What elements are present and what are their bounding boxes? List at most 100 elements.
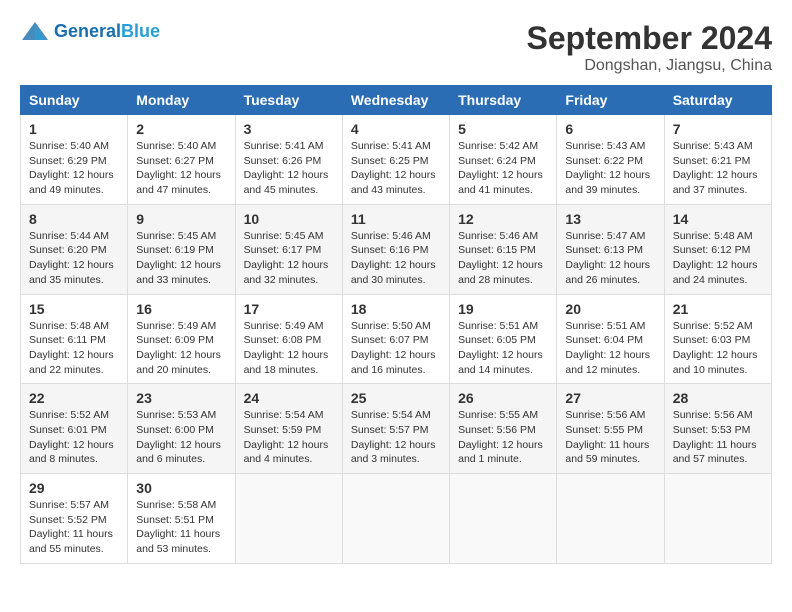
day-number: 28 bbox=[673, 390, 763, 406]
table-row bbox=[450, 474, 557, 564]
table-row: 21Sunrise: 5:52 AM Sunset: 6:03 PM Dayli… bbox=[664, 294, 771, 384]
page-header: GeneralBlue September 2024 Dongshan, Jia… bbox=[20, 20, 772, 75]
table-row: 10Sunrise: 5:45 AM Sunset: 6:17 PM Dayli… bbox=[235, 204, 342, 294]
table-row: 2 Sunrise: 5:40 AM Sunset: 6:27 PM Daylig… bbox=[128, 115, 235, 205]
day-info: Sunrise: 5:45 AM Sunset: 6:17 PM Dayligh… bbox=[244, 229, 334, 288]
day-number: 23 bbox=[136, 390, 226, 406]
day-number: 8 bbox=[29, 211, 119, 227]
day-info: Sunrise: 5:47 AM Sunset: 6:13 PM Dayligh… bbox=[565, 229, 655, 288]
day-number: 19 bbox=[458, 301, 548, 317]
day-number: 27 bbox=[565, 390, 655, 406]
calendar-week-row: 1Sunrise: 5:40 AM Sunset: 6:29 PM Daylig… bbox=[21, 115, 772, 205]
day-info: Sunrise: 5:48 AM Sunset: 6:12 PM Dayligh… bbox=[673, 229, 763, 288]
day-number: 3 bbox=[244, 121, 334, 137]
table-row: 30 Sunrise: 5:58 AM Sunset: 5:51 PM Dayli… bbox=[128, 474, 235, 564]
day-info: Sunrise: 5:46 AM Sunset: 6:16 PM Dayligh… bbox=[351, 229, 441, 288]
day-info: Sunrise: 5:54 AM Sunset: 5:57 PM Dayligh… bbox=[351, 408, 441, 467]
table-row: 11Sunrise: 5:46 AM Sunset: 6:16 PM Dayli… bbox=[342, 204, 449, 294]
day-info: Sunrise: 5:46 AM Sunset: 6:15 PM Dayligh… bbox=[458, 229, 548, 288]
table-row: 16Sunrise: 5:49 AM Sunset: 6:09 PM Dayli… bbox=[128, 294, 235, 384]
day-info: Sunrise: 5:40 AM Sunset: 6:27 PM Dayligh… bbox=[136, 139, 226, 198]
day-of-week-header: Friday bbox=[557, 86, 664, 115]
day-of-week-header: Tuesday bbox=[235, 86, 342, 115]
calendar-week-row: 15 Sunrise: 5:48 AM Sunset: 6:11 PM Dayli… bbox=[21, 294, 772, 384]
day-number: 22 bbox=[29, 390, 119, 406]
table-row: 23 Sunrise: 5:53 AM Sunset: 6:00 PM Dayli… bbox=[128, 384, 235, 474]
day-info: Sunrise: 5:44 AM Sunset: 6:20 PM Dayligh… bbox=[29, 229, 119, 288]
day-of-week-header: Saturday bbox=[664, 86, 771, 115]
title-block: September 2024 Dongshan, Jiangsu, China bbox=[527, 20, 772, 75]
calendar-week-row: 8 Sunrise: 5:44 AM Sunset: 6:20 PM Daylig… bbox=[21, 204, 772, 294]
table-row: 29 Sunrise: 5:57 AM Sunset: 5:52 PM Dayli… bbox=[21, 474, 128, 564]
day-number: 5 bbox=[458, 121, 548, 137]
day-of-week-header: Wednesday bbox=[342, 86, 449, 115]
calendar-week-row: 29 Sunrise: 5:57 AM Sunset: 5:52 PM Dayli… bbox=[21, 474, 772, 564]
day-number: 24 bbox=[244, 390, 334, 406]
day-number: 13 bbox=[565, 211, 655, 227]
table-row: 25 Sunrise: 5:54 AM Sunset: 5:57 PM Dayli… bbox=[342, 384, 449, 474]
table-row: 27 Sunrise: 5:56 AM Sunset: 5:55 PM Dayli… bbox=[557, 384, 664, 474]
table-row: 1Sunrise: 5:40 AM Sunset: 6:29 PM Daylig… bbox=[21, 115, 128, 205]
day-info: Sunrise: 5:53 AM Sunset: 6:00 PM Dayligh… bbox=[136, 408, 226, 467]
table-row bbox=[557, 474, 664, 564]
table-row bbox=[342, 474, 449, 564]
calendar: SundayMondayTuesdayWednesdayThursdayFrid… bbox=[20, 85, 772, 564]
day-info: Sunrise: 5:57 AM Sunset: 5:52 PM Dayligh… bbox=[29, 498, 119, 557]
table-row: 4 Sunrise: 5:41 AM Sunset: 6:25 PM Daylig… bbox=[342, 115, 449, 205]
day-info: Sunrise: 5:43 AM Sunset: 6:21 PM Dayligh… bbox=[673, 139, 763, 198]
day-number: 25 bbox=[351, 390, 441, 406]
table-row: 8 Sunrise: 5:44 AM Sunset: 6:20 PM Daylig… bbox=[21, 204, 128, 294]
day-number: 17 bbox=[244, 301, 334, 317]
day-number: 6 bbox=[565, 121, 655, 137]
table-row: 17 Sunrise: 5:49 AM Sunset: 6:08 PM Dayli… bbox=[235, 294, 342, 384]
table-row: 15 Sunrise: 5:48 AM Sunset: 6:11 PM Dayli… bbox=[21, 294, 128, 384]
day-info: Sunrise: 5:42 AM Sunset: 6:24 PM Dayligh… bbox=[458, 139, 548, 198]
calendar-header-row: SundayMondayTuesdayWednesdayThursdayFrid… bbox=[21, 86, 772, 115]
table-row: 19 Sunrise: 5:51 AM Sunset: 6:05 PM Dayli… bbox=[450, 294, 557, 384]
table-row: 5 Sunrise: 5:42 AM Sunset: 6:24 PM Daylig… bbox=[450, 115, 557, 205]
table-row bbox=[664, 474, 771, 564]
day-info: Sunrise: 5:49 AM Sunset: 6:08 PM Dayligh… bbox=[244, 319, 334, 378]
table-row: 9Sunrise: 5:45 AM Sunset: 6:19 PM Daylig… bbox=[128, 204, 235, 294]
day-number: 26 bbox=[458, 390, 548, 406]
day-number: 15 bbox=[29, 301, 119, 317]
table-row: 22 Sunrise: 5:52 AM Sunset: 6:01 PM Dayli… bbox=[21, 384, 128, 474]
day-info: Sunrise: 5:58 AM Sunset: 5:51 PM Dayligh… bbox=[136, 498, 226, 557]
location: Dongshan, Jiangsu, China bbox=[527, 57, 772, 75]
day-number: 4 bbox=[351, 121, 441, 137]
day-info: Sunrise: 5:54 AM Sunset: 5:59 PM Dayligh… bbox=[244, 408, 334, 467]
day-info: Sunrise: 5:52 AM Sunset: 6:01 PM Dayligh… bbox=[29, 408, 119, 467]
table-row: 7 Sunrise: 5:43 AM Sunset: 6:21 PM Daylig… bbox=[664, 115, 771, 205]
day-info: Sunrise: 5:43 AM Sunset: 6:22 PM Dayligh… bbox=[565, 139, 655, 198]
day-info: Sunrise: 5:50 AM Sunset: 6:07 PM Dayligh… bbox=[351, 319, 441, 378]
day-info: Sunrise: 5:56 AM Sunset: 5:55 PM Dayligh… bbox=[565, 408, 655, 467]
day-number: 2 bbox=[136, 121, 226, 137]
day-info: Sunrise: 5:51 AM Sunset: 6:05 PM Dayligh… bbox=[458, 319, 548, 378]
table-row: 20Sunrise: 5:51 AM Sunset: 6:04 PM Dayli… bbox=[557, 294, 664, 384]
day-number: 29 bbox=[29, 480, 119, 496]
logo-text: GeneralBlue bbox=[54, 22, 160, 42]
day-info: Sunrise: 5:41 AM Sunset: 6:25 PM Dayligh… bbox=[351, 139, 441, 198]
day-info: Sunrise: 5:49 AM Sunset: 6:09 PM Dayligh… bbox=[136, 319, 226, 378]
day-of-week-header: Thursday bbox=[450, 86, 557, 115]
table-row: 12 Sunrise: 5:46 AM Sunset: 6:15 PM Dayli… bbox=[450, 204, 557, 294]
table-row: 13 Sunrise: 5:47 AM Sunset: 6:13 PM Dayli… bbox=[557, 204, 664, 294]
table-row bbox=[235, 474, 342, 564]
month-title: September 2024 bbox=[527, 20, 772, 57]
day-info: Sunrise: 5:48 AM Sunset: 6:11 PM Dayligh… bbox=[29, 319, 119, 378]
day-info: Sunrise: 5:45 AM Sunset: 6:19 PM Dayligh… bbox=[136, 229, 226, 288]
day-number: 12 bbox=[458, 211, 548, 227]
logo-icon bbox=[20, 20, 50, 44]
day-info: Sunrise: 5:55 AM Sunset: 5:56 PM Dayligh… bbox=[458, 408, 548, 467]
day-number: 21 bbox=[673, 301, 763, 317]
day-info: Sunrise: 5:41 AM Sunset: 6:26 PM Dayligh… bbox=[244, 139, 334, 198]
calendar-week-row: 22 Sunrise: 5:52 AM Sunset: 6:01 PM Dayli… bbox=[21, 384, 772, 474]
day-number: 30 bbox=[136, 480, 226, 496]
day-number: 1 bbox=[29, 121, 119, 137]
day-of-week-header: Monday bbox=[128, 86, 235, 115]
day-number: 7 bbox=[673, 121, 763, 137]
table-row: 6 Sunrise: 5:43 AM Sunset: 6:22 PM Daylig… bbox=[557, 115, 664, 205]
table-row: 3 Sunrise: 5:41 AM Sunset: 6:26 PM Daylig… bbox=[235, 115, 342, 205]
day-info: Sunrise: 5:56 AM Sunset: 5:53 PM Dayligh… bbox=[673, 408, 763, 467]
day-number: 20 bbox=[565, 301, 655, 317]
